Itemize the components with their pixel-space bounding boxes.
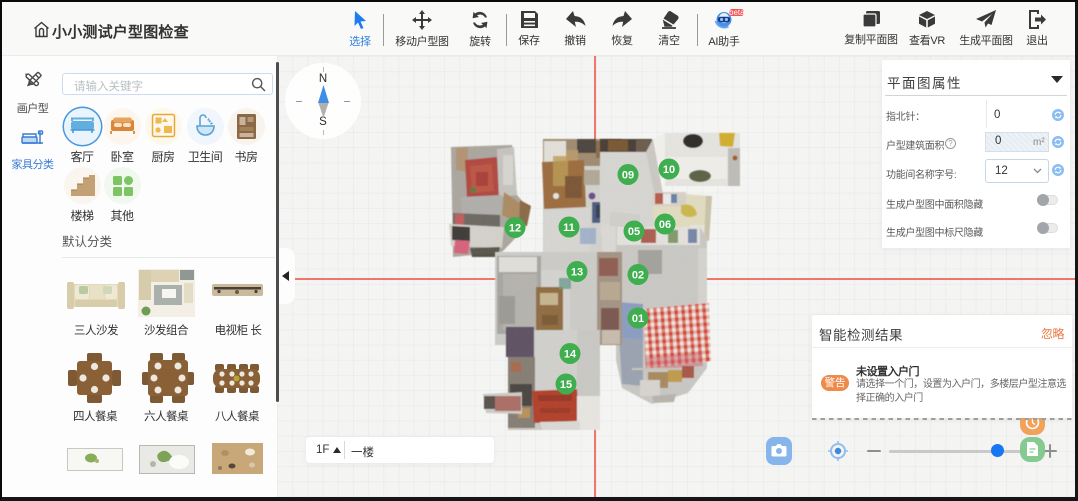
svg-text:10: 10: [663, 164, 675, 176]
svg-text:02: 02: [632, 270, 644, 282]
svg-text:13: 13: [571, 267, 583, 279]
svg-text:12: 12: [509, 223, 521, 235]
svg-text:15: 15: [560, 379, 572, 391]
svg-text:01: 01: [632, 313, 644, 325]
svg-text:14: 14: [564, 349, 577, 361]
svg-text:06: 06: [659, 219, 671, 231]
svg-text:09: 09: [622, 170, 634, 182]
svg-text:05: 05: [628, 226, 640, 238]
svg-text:11: 11: [563, 222, 575, 234]
